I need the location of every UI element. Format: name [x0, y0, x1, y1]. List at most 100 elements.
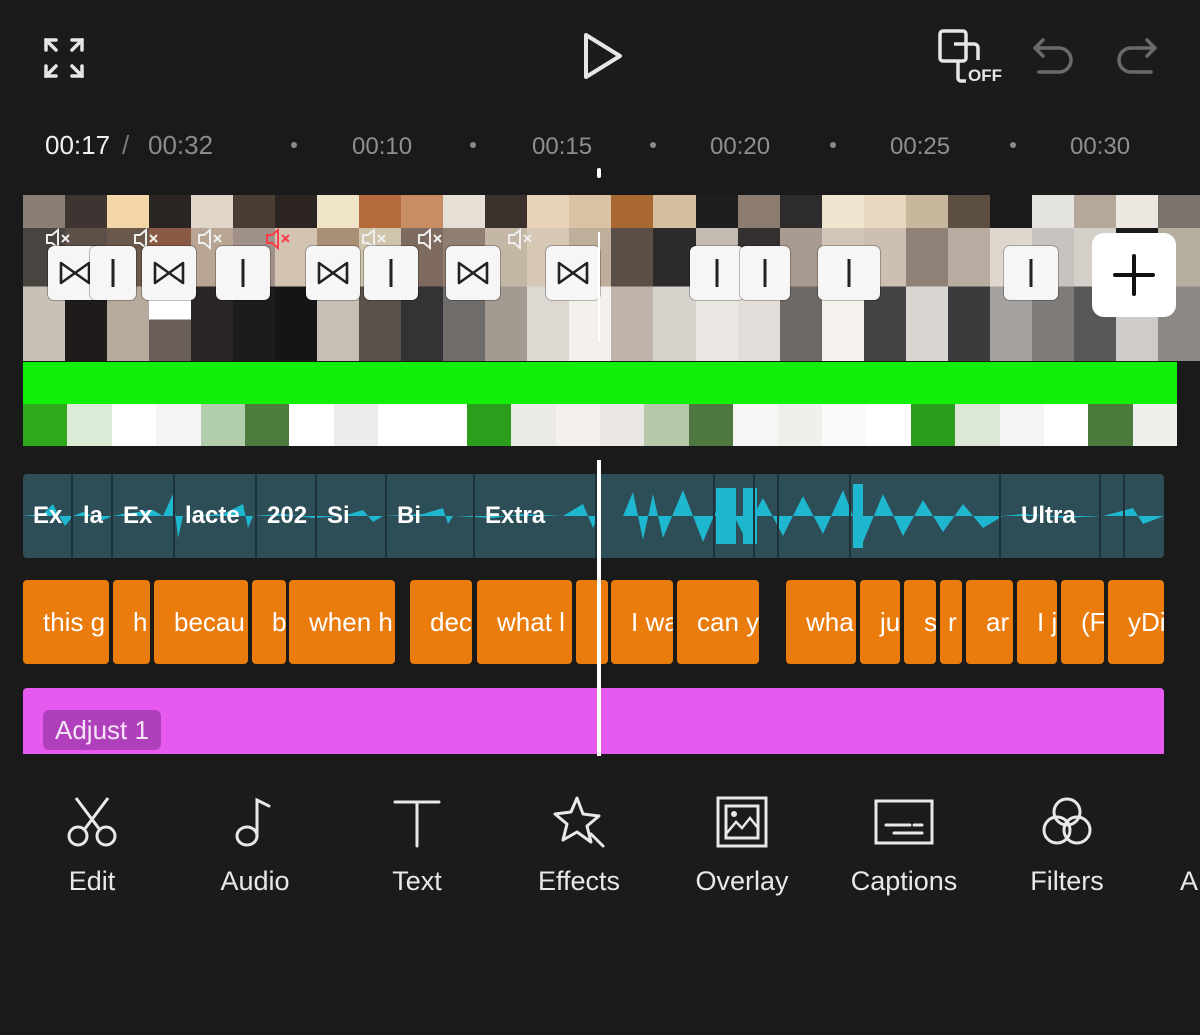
transition-divider-icon[interactable]: [818, 246, 880, 300]
playhead-line: [598, 232, 600, 342]
adjustment-label: Adjust 1: [43, 710, 161, 750]
audio-clip[interactable]: Si: [317, 474, 387, 558]
audio-clip[interactable]: [851, 474, 1001, 558]
caption-clip[interactable]: I ju: [1017, 580, 1057, 664]
caption-track[interactable]: this g h becau b when h dec what l I wa …: [23, 580, 1164, 664]
audio-clip[interactable]: [779, 474, 851, 558]
caption-clip[interactable]: what l: [477, 580, 572, 664]
transition-divider-icon[interactable]: [740, 246, 790, 300]
transition-bowtie-icon[interactable]: [446, 246, 500, 300]
mute-icon: [418, 227, 442, 251]
transition-bowtie-icon[interactable]: [142, 246, 196, 300]
audio-clip[interactable]: [1101, 474, 1125, 558]
caption-clip[interactable]: (F: [1061, 580, 1104, 664]
filters-icon: [1037, 790, 1097, 854]
tool-audio-label: Audio: [220, 866, 290, 896]
audio-track[interactable]: Ex la Ex lacte 202 Si Bi Extra Ultra: [23, 474, 1164, 558]
music-note-icon: [225, 790, 285, 854]
fullscreen-icon[interactable]: [40, 34, 88, 82]
preview-off-label: OFF: [968, 66, 1002, 85]
tool-captions[interactable]: Captions: [834, 790, 974, 910]
ruler-tick: 00:15: [532, 133, 593, 160]
current-time: 00:17: [45, 130, 111, 160]
audio-clip[interactable]: [597, 474, 715, 558]
video-frame: [611, 195, 654, 361]
caption-clip[interactable]: becau: [154, 580, 248, 664]
undo-icon[interactable]: [1028, 32, 1080, 80]
caption-clip[interactable]: r: [940, 580, 962, 664]
transition-divider-icon[interactable]: [1004, 246, 1058, 300]
tool-audio[interactable]: Audio: [185, 790, 325, 910]
audio-clip[interactable]: Ex: [23, 474, 73, 558]
caption-clip[interactable]: this g: [23, 580, 109, 664]
caption-clip[interactable]: h: [113, 580, 150, 664]
scissors-icon: [62, 790, 122, 854]
add-clip-button[interactable]: [1092, 233, 1176, 317]
caption-clip[interactable]: ar: [966, 580, 1013, 664]
audio-clip[interactable]: Bi: [387, 474, 475, 558]
caption-clip[interactable]: yDi: [1108, 580, 1164, 664]
time-separator: /: [122, 130, 130, 160]
tool-filters[interactable]: Filters: [997, 790, 1137, 910]
audio-clip[interactable]: Ex: [113, 474, 175, 558]
total-time: 00:32: [148, 130, 214, 160]
audio-clip[interactable]: Ultra: [1001, 474, 1101, 558]
captions-icon: [874, 790, 934, 854]
mute-icon: [508, 227, 532, 251]
ruler-dot: [830, 142, 836, 148]
transition-divider-icon[interactable]: [690, 246, 744, 300]
adjustment-track[interactable]: Adjust 1: [23, 688, 1164, 754]
ruler-tick: 00:10: [352, 133, 413, 160]
caption-clip[interactable]: [576, 580, 608, 664]
tool-more-label: A: [1180, 866, 1199, 896]
overlay-thumbnails: [23, 404, 1177, 446]
transition-divider-icon[interactable]: [90, 246, 136, 300]
caption-clip[interactable]: when h: [289, 580, 395, 664]
audio-clip[interactable]: [715, 474, 755, 558]
tool-text-label: Text: [392, 866, 442, 896]
caption-clip[interactable]: b: [252, 580, 286, 664]
transition-bowtie-icon[interactable]: [306, 246, 360, 300]
transition-divider-icon[interactable]: [216, 246, 270, 300]
audio-clip[interactable]: lacte: [175, 474, 257, 558]
overlay-image-icon: [712, 790, 772, 854]
caption-clip[interactable]: can y: [677, 580, 759, 664]
video-frame: [905, 195, 948, 361]
caption-clip[interactable]: s: [904, 580, 936, 664]
caption-clip[interactable]: dec: [410, 580, 472, 664]
ruler-tick: 00:20: [710, 133, 771, 160]
star-effects-icon: [549, 790, 609, 854]
play-icon[interactable]: [574, 28, 630, 84]
video-frame: [947, 195, 990, 361]
tool-overlay[interactable]: Overlay: [672, 790, 812, 910]
tool-overlay-label: Overlay: [695, 866, 789, 896]
transition-divider-icon[interactable]: [364, 246, 418, 300]
tool-edit[interactable]: Edit: [22, 790, 162, 910]
preview-toggle-button[interactable]: OFF: [934, 28, 1006, 86]
ruler-tick: 00:30: [1070, 133, 1131, 160]
transition-bowtie-icon[interactable]: [546, 246, 600, 300]
caption-clip[interactable]: ju: [860, 580, 900, 664]
audio-clip[interactable]: 202: [257, 474, 317, 558]
tool-effects[interactable]: Effects: [509, 790, 649, 910]
caption-clip[interactable]: wha: [786, 580, 856, 664]
ruler-tick: 00:25: [890, 133, 951, 160]
playhead[interactable]: [597, 460, 601, 756]
audio-clip[interactable]: la: [73, 474, 113, 558]
ruler-dot: [470, 142, 476, 148]
caption-clip[interactable]: I wa: [611, 580, 673, 664]
ruler-dot: [291, 142, 297, 148]
audio-clip[interactable]: Extra: [475, 474, 597, 558]
overlay-track-bar: [23, 362, 1177, 404]
playhead-marker[interactable]: [597, 168, 601, 178]
tool-edit-label: Edit: [68, 866, 116, 896]
overlay-track[interactable]: [23, 362, 1177, 446]
tool-text[interactable]: Text: [347, 790, 487, 910]
tool-effects-label: Effects: [537, 866, 621, 896]
ruler-dot: [650, 142, 656, 148]
tool-more[interactable]: A: [1140, 790, 1200, 910]
audio-clip[interactable]: [1125, 474, 1164, 558]
audio-clip[interactable]: [755, 474, 779, 558]
redo-icon[interactable]: [1110, 32, 1162, 80]
tool-filters-label: Filters: [1030, 866, 1104, 896]
